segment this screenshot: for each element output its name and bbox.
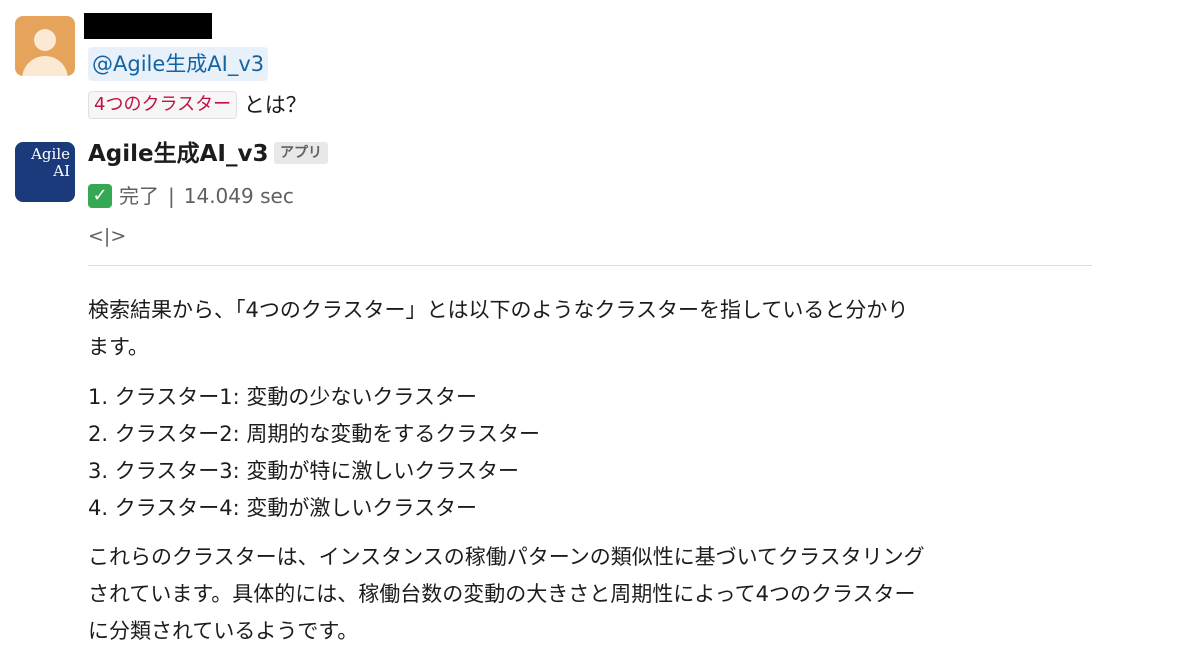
message-suffix: とは？ (243, 93, 307, 117)
cluster-list: 1. クラスター1: 変動の少ないクラスター 2. クラスター2: 周期的な変動… (88, 379, 540, 527)
app-badge: アプリ (274, 142, 328, 164)
status-label: 完了 (119, 184, 159, 208)
intro-paragraph: 検索結果から、「4つのクラスター」とは以下のようなクラスターを指していると分かり… (88, 292, 1098, 366)
code-tag: <|> (88, 225, 127, 247)
outro-line: これらのクラスターは、インスタンスの稼働パターンの類似性に基づいてクラスタリング (88, 545, 925, 569)
user-silhouette-icon (34, 29, 56, 51)
intro-line: 検索結果から、「4つのクラスター」とは以下のようなクラスターを指していると分かり (88, 298, 909, 322)
inline-code-term: 4つのクラスター (88, 91, 238, 119)
list-item: 1. クラスター1: 変動の少ないクラスター (88, 385, 477, 409)
divider (88, 265, 1092, 266)
user-avatar[interactable] (15, 16, 75, 76)
outro-line: に分類されているようです。 (88, 619, 359, 643)
outro-paragraph: これらのクラスターは、インスタンスの稼働パターンの類似性に基づいてクラスタリング… (88, 539, 1098, 650)
check-mark-icon: ✓ (88, 184, 112, 208)
bot-avatar-line2: AI (53, 162, 70, 180)
status-separator: | (168, 184, 175, 208)
user-silhouette-body (22, 56, 68, 76)
mention-link[interactable]: @Agile生成AI_v3 (88, 47, 269, 81)
intro-line: ます。 (88, 335, 149, 359)
redacted-username[interactable] (84, 13, 212, 39)
status-line: ✓ 完了 | 14.049 sec (88, 180, 294, 212)
elapsed-time: 14.049 sec (183, 184, 294, 208)
list-item: 3. クラスター3: 変動が特に激しいクラスター (88, 459, 519, 483)
bot-avatar-line1: Agile (31, 145, 70, 163)
user-message-text: 4つのクラスター とは？ (88, 88, 307, 120)
list-item: 2. クラスター2: 周期的な変動をするクラスター (88, 422, 540, 446)
bot-name[interactable]: Agile生成AI_v3 (88, 138, 269, 170)
outro-line: されています。具体的には、稼働台数の変動の大きさと周期性によって4つのクラスター (88, 582, 916, 606)
list-item: 4. クラスター4: 変動が激しいクラスター (88, 496, 477, 520)
bot-avatar[interactable]: Agile AI (15, 142, 75, 202)
